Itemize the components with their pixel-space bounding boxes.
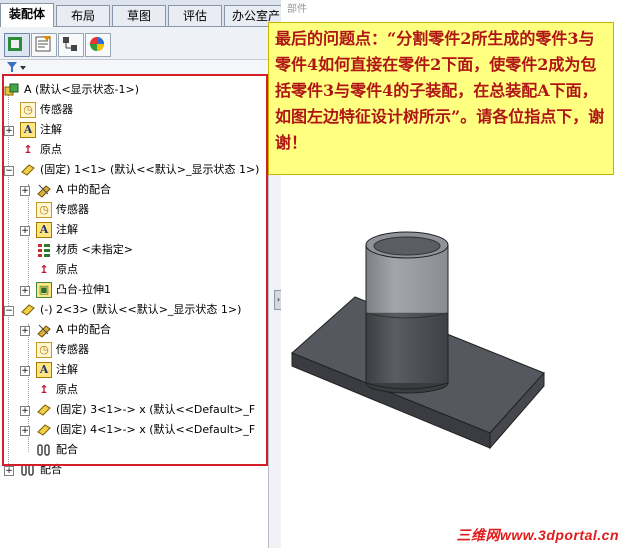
- tab-assembly[interactable]: 装配体: [0, 3, 54, 27]
- configurationmanager-icon: [63, 37, 77, 51]
- manager-toolbar: [0, 27, 280, 60]
- question-callout: 最后的问题点：“分割零件2所生成的零件3与零件4如何直接在零件2下面，使零件2成…: [268, 22, 614, 175]
- propertymanager-icon: [35, 36, 51, 52]
- appearance-icon: [90, 37, 104, 51]
- tab-sketch[interactable]: 草图: [112, 5, 166, 26]
- propertymanager-button[interactable]: [31, 33, 57, 57]
- featuremanager-icon: [8, 37, 22, 51]
- watermark-text: 三维网www.3dportal.cn: [456, 527, 619, 543]
- filter-icon[interactable]: [6, 61, 28, 73]
- expand-icon[interactable]: +: [4, 466, 14, 476]
- featuremanager-button[interactable]: [4, 33, 30, 57]
- highlight-frame: [2, 74, 268, 466]
- appearance-button[interactable]: [85, 33, 111, 57]
- filter-bar: [0, 60, 280, 74]
- tab-layout[interactable]: 布局: [56, 5, 110, 26]
- command-manager-tabs: 装配体 布局 草图 评估 办公室产品: [0, 0, 300, 27]
- configurationmanager-button[interactable]: [58, 33, 84, 57]
- tab-evaluate[interactable]: 评估: [168, 5, 222, 26]
